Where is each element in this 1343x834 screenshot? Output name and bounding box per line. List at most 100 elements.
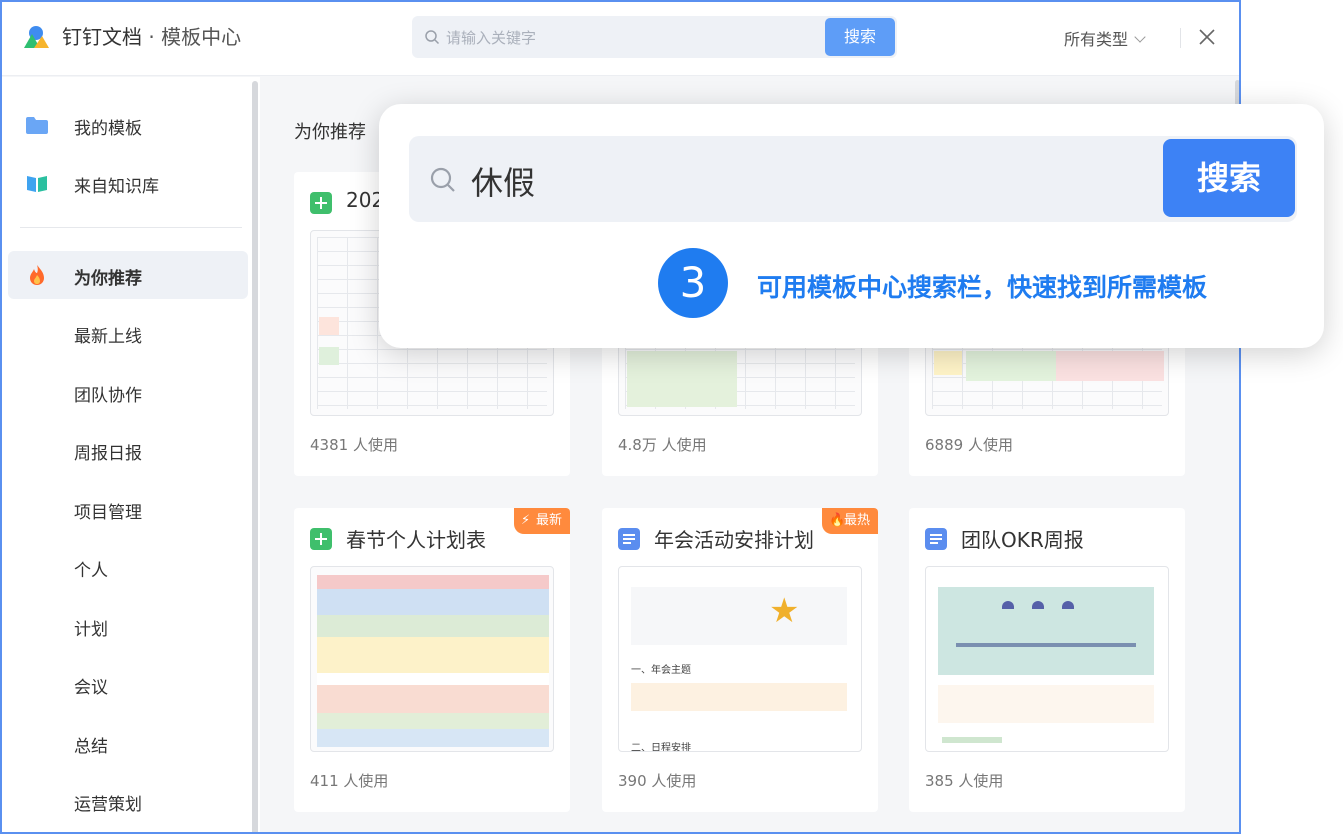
- preview-callout: [938, 685, 1154, 723]
- title-divider: [1180, 28, 1181, 48]
- template-thumbnail: [310, 566, 554, 752]
- sidebar-item-knowledge-base[interactable]: 来自知识库: [8, 159, 248, 207]
- desk-shape: [956, 643, 1136, 647]
- preview-banner: [631, 587, 847, 645]
- preview-callout: [631, 683, 847, 711]
- sidebar-divider: [20, 227, 242, 228]
- search-input-value[interactable]: 休假: [471, 158, 535, 204]
- sidebar-item-label: 我的模板: [74, 119, 142, 139]
- sidebar-item-label: 个人: [74, 561, 108, 581]
- sidebar-scrollbar[interactable]: [252, 81, 258, 832]
- sidebar-item-project-mgmt[interactable]: 项目管理: [8, 485, 248, 533]
- search-bar[interactable]: 请输入关键字 搜索: [412, 16, 897, 58]
- search-button[interactable]: 搜索: [825, 18, 895, 56]
- tip-text: 可用模板中心搜索栏，快速找到所需模板: [757, 273, 1208, 302]
- sidebar-item-label: 团队协作: [74, 386, 142, 406]
- preview-heading: 二、日程安排: [631, 743, 691, 752]
- sidebar-item-label: 会议: [74, 678, 108, 698]
- usage-count: 6889 人使用: [925, 436, 1013, 454]
- sidebar-item-recommended[interactable]: 为你推荐: [8, 251, 248, 299]
- preview-highlight: [1056, 351, 1164, 381]
- usage-count: 411 人使用: [310, 772, 389, 790]
- sheet-icon: [310, 528, 332, 550]
- sidebar-item-weekly-daily[interactable]: 周报日报: [8, 426, 248, 474]
- doc-icon: [925, 528, 947, 550]
- fire-icon: [30, 265, 44, 285]
- sidebar-item-summary[interactable]: 总结: [8, 719, 248, 767]
- preview-band: [317, 729, 549, 747]
- search-input[interactable]: 请输入关键字: [446, 27, 536, 48]
- template-title: 团队OKR周报: [961, 528, 1084, 552]
- usage-count: 4381 人使用: [310, 436, 398, 454]
- preview-band: [317, 615, 549, 637]
- usage-count: 385 人使用: [925, 772, 1004, 790]
- close-icon[interactable]: [1198, 28, 1216, 46]
- title-bar: 钉钉文档 · 模板中心 请输入关键字 搜索 所有类型: [2, 2, 1239, 76]
- folder-icon: [26, 117, 48, 134]
- hot-badge: 🔥 最热: [821, 508, 878, 534]
- preview-line: [942, 737, 1002, 743]
- sidebar-item-label: 总结: [74, 737, 108, 757]
- template-title: 春节个人计划表: [346, 528, 486, 552]
- badge-label: 最热: [843, 513, 870, 528]
- fire-icon: 🔥: [828, 513, 846, 528]
- preview-band: [317, 589, 549, 615]
- sidebar-item-label: 项目管理: [74, 503, 142, 523]
- usage-count: 4.8万 人使用: [618, 436, 707, 454]
- search-icon: [430, 167, 455, 192]
- preview-highlight: [966, 351, 1056, 381]
- type-filter-label: 所有类型: [1064, 30, 1129, 49]
- sidebar-item-personal[interactable]: 个人: [8, 543, 248, 591]
- preview-band: [317, 685, 549, 713]
- sidebar-item-latest[interactable]: 最新上线: [8, 309, 248, 357]
- badge-label: 最新: [535, 513, 562, 528]
- type-filter-dropdown[interactable]: 所有类型: [1064, 26, 1146, 50]
- lamp-icon: [1032, 601, 1044, 609]
- sidebar: 我的模板 来自知识库 为你推荐 最新上线 团队协作 周报日报 项目管理 个人 计…: [2, 77, 260, 832]
- step-number-badge: 3: [658, 248, 728, 318]
- template-title: 年会活动安排计划: [654, 528, 814, 552]
- template-card-spring-festival[interactable]: ⚡ 最新 春节个人计划表 411 人使用: [294, 508, 570, 812]
- lamp-icon: [1002, 601, 1014, 609]
- sidebar-item-operations[interactable]: 运营策划: [8, 777, 248, 825]
- preview-highlight: [319, 347, 339, 365]
- template-thumbnail: ★ 一、年会主题 二、日程安排: [618, 566, 862, 752]
- usage-count: 390 人使用: [618, 772, 697, 790]
- zoomed-search-bar[interactable]: 休假 搜索: [409, 136, 1297, 222]
- zoomed-search-button[interactable]: 搜索: [1163, 139, 1295, 217]
- preview-highlight: [934, 351, 962, 375]
- preview-header: [317, 575, 549, 589]
- app-title: 钉钉文档 · 模板中心: [62, 24, 241, 50]
- preview-highlight: [627, 351, 737, 407]
- template-card-annual-party[interactable]: 🔥 最热 年会活动安排计划 ★ 一、年会主题 二、日程安排 390 人使用: [602, 508, 878, 812]
- title-separator: ·: [142, 25, 162, 49]
- preview-band: [317, 637, 549, 673]
- star-icon: ★: [769, 591, 800, 631]
- sidebar-item-plan[interactable]: 计划: [8, 602, 248, 650]
- dingtalk-docs-logo: [24, 26, 49, 48]
- section-title: 为你推荐: [294, 122, 366, 143]
- preview-illustration: [938, 587, 1154, 675]
- sidebar-item-label: 运营策划: [74, 795, 142, 815]
- new-badge: ⚡ 最新: [513, 508, 570, 534]
- book-icon: [27, 176, 47, 192]
- app-name: 钉钉文档: [62, 25, 142, 49]
- sidebar-item-label: 最新上线: [74, 327, 142, 347]
- sheet-icon: [310, 192, 332, 214]
- sidebar-item-label: 来自知识库: [74, 177, 159, 197]
- lamp-icon: [1062, 601, 1074, 609]
- sidebar-item-label: 计划: [74, 620, 108, 640]
- lightning-icon: ⚡: [520, 513, 531, 528]
- preview-heading: 一、年会主题: [631, 665, 691, 676]
- sidebar-item-meeting[interactable]: 会议: [8, 660, 248, 708]
- template-card-okr-weekly[interactable]: 团队OKR周报 385 人使用: [909, 508, 1185, 812]
- preview-band: [317, 713, 549, 729]
- sidebar-item-label: 周报日报: [74, 444, 142, 464]
- sidebar-item-team-collab[interactable]: 团队协作: [8, 368, 248, 416]
- chevron-down-icon: [1134, 31, 1146, 43]
- preview-highlight: [319, 317, 339, 335]
- search-tip-popup: 休假 搜索 3 可用模板中心搜索栏，快速找到所需模板: [379, 104, 1324, 348]
- sidebar-item-my-templates[interactable]: 我的模板: [8, 101, 248, 149]
- doc-icon: [618, 528, 640, 550]
- section-name: 模板中心: [161, 25, 242, 49]
